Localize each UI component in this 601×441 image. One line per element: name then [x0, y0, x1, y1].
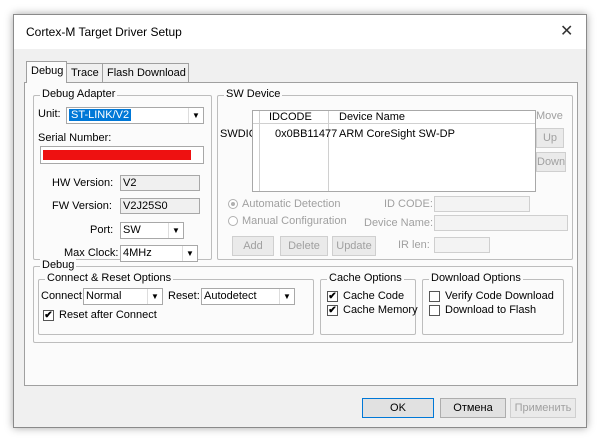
- reset-select[interactable]: Autodetect ▼: [201, 288, 295, 305]
- unit-selected-value: ST-LINK/V2: [69, 109, 132, 121]
- reset-after-connect-label: Reset after Connect: [59, 309, 157, 321]
- fw-version-label: FW Version:: [52, 200, 112, 212]
- reset-after-connect-checkbox[interactable]: ✔: [43, 310, 54, 321]
- download-options-legend: Download Options: [429, 272, 523, 284]
- ir-len-label: IR len:: [398, 239, 430, 251]
- id-code-label: ID CODE:: [384, 198, 433, 210]
- update-button[interactable]: Update: [332, 236, 376, 256]
- row-idcode[interactable]: 0x0BB11477: [275, 128, 337, 140]
- ok-button[interactable]: OK: [362, 398, 434, 418]
- apply-button[interactable]: Применить: [510, 398, 576, 418]
- header-divider: [253, 123, 535, 124]
- dialog-window: Cortex-M Target Driver Setup ✕ Debug Tra…: [13, 14, 587, 428]
- chevron-down-icon: ▼: [147, 289, 162, 304]
- row-device-name[interactable]: ARM CoreSight SW-DP: [339, 128, 455, 140]
- max-clock-select[interactable]: 4MHz ▼: [120, 245, 198, 262]
- download-options-group: Download Options Verify Code Download Do…: [422, 272, 564, 335]
- verify-download-checkbox[interactable]: [429, 291, 440, 302]
- col-header-idcode: IDCODE: [269, 111, 312, 123]
- max-clock-value: 4MHz: [123, 247, 152, 259]
- sw-device-group: SW Device SWDIO IDCODE Device Name 0x0BB…: [217, 88, 573, 260]
- serial-number-label: Serial Number:: [38, 132, 112, 144]
- ir-len-field[interactable]: [434, 237, 490, 253]
- id-code-field[interactable]: [434, 196, 530, 212]
- cancel-button[interactable]: Отмена: [440, 398, 506, 418]
- chevron-down-icon: ▼: [188, 108, 203, 123]
- auto-detect-radio[interactable]: [228, 199, 238, 209]
- chevron-down-icon: ▼: [182, 246, 197, 261]
- tab-panel-debug: Debug Adapter Unit: ST-LINK/V2 ▼ Serial …: [24, 82, 578, 386]
- tab-flash-download[interactable]: Flash Download: [102, 63, 189, 82]
- reset-label: Reset:: [168, 290, 200, 302]
- max-clock-label: Max Clock:: [64, 247, 119, 259]
- chevron-down-icon: ▼: [168, 223, 183, 238]
- cache-memory-label: Cache Memory: [343, 304, 418, 316]
- device-name-label: Device Name:: [364, 217, 434, 229]
- port-value: SW: [123, 224, 141, 236]
- manual-config-radio[interactable]: [228, 216, 238, 226]
- window-title: Cortex-M Target Driver Setup: [26, 25, 182, 39]
- auto-detect-label: Automatic Detection: [242, 198, 341, 210]
- unit-label: Unit:: [38, 108, 61, 120]
- close-icon[interactable]: ✕: [560, 21, 573, 41]
- connect-reset-legend: Connect & Reset Options: [45, 272, 174, 284]
- move-label: Move: [536, 110, 563, 122]
- hw-version-field: V2: [120, 175, 200, 191]
- add-button[interactable]: Add: [232, 236, 274, 256]
- reset-value: Autodetect: [204, 290, 257, 302]
- download-to-flash-checkbox[interactable]: [429, 305, 440, 316]
- verify-download-label: Verify Code Download: [445, 290, 554, 302]
- move-up-button[interactable]: Up: [536, 128, 564, 148]
- delete-button[interactable]: Delete: [280, 236, 328, 256]
- tab-trace[interactable]: Trace: [66, 63, 103, 82]
- cache-options-group: Cache Options ✔ Cache Code ✔ Cache Memor…: [320, 272, 418, 335]
- connect-label: Connect:: [41, 290, 86, 302]
- port-select[interactable]: SW ▼: [120, 222, 184, 239]
- sw-device-list[interactable]: IDCODE Device Name 0x0BB11477 ARM CoreSi…: [252, 110, 536, 192]
- serial-redaction: [43, 150, 191, 160]
- port-label: Port:: [90, 224, 114, 236]
- title-bar: Cortex-M Target Driver Setup ✕: [14, 15, 586, 49]
- cache-code-label: Cache Code: [343, 290, 405, 302]
- chevron-down-icon: ▼: [279, 289, 294, 304]
- dialog-footer: OK Отмена Применить: [14, 393, 586, 427]
- debug-adapter-legend: Debug Adapter: [40, 88, 118, 100]
- cache-options-legend: Cache Options: [327, 272, 404, 284]
- cache-memory-checkbox[interactable]: ✔: [327, 305, 338, 316]
- unit-select[interactable]: ST-LINK/V2 ▼: [66, 107, 204, 124]
- manual-config-label: Manual Configuration: [242, 215, 347, 227]
- col-header-device-name: Device Name: [339, 111, 406, 123]
- move-down-button[interactable]: Down: [536, 152, 566, 172]
- connect-value: Normal: [86, 290, 122, 302]
- fw-version-field: V2J25S0: [120, 198, 200, 214]
- connect-select[interactable]: Normal ▼: [83, 288, 163, 305]
- debug-adapter-group: Debug Adapter Unit: ST-LINK/V2 ▼ Serial …: [33, 88, 212, 262]
- connect-reset-group: Connect & Reset Options Connect: Normal …: [38, 272, 314, 335]
- cache-code-checkbox[interactable]: ✔: [327, 291, 338, 302]
- tab-debug[interactable]: Debug: [26, 61, 67, 83]
- download-to-flash-label: Download to Flash: [445, 304, 537, 316]
- sw-device-legend: SW Device: [224, 88, 283, 100]
- hw-version-label: HW Version:: [52, 177, 114, 189]
- serial-number-field[interactable]: [40, 146, 204, 164]
- debug-legend: Debug: [40, 259, 77, 271]
- debug-group: Debug Connect & Reset Options Connect: N…: [33, 259, 573, 343]
- device-name-field[interactable]: [434, 215, 568, 231]
